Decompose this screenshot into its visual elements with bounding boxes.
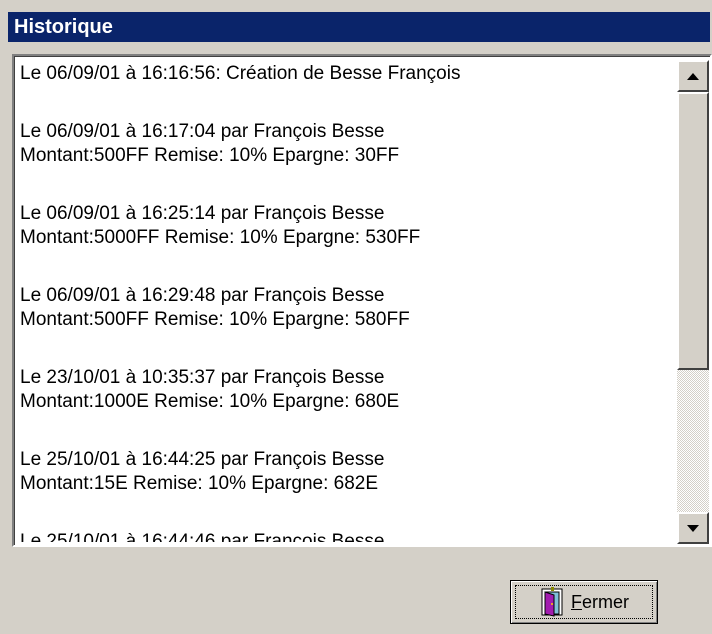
history-line: Montant:5000FF Remise: 10% Epargne: 530F… <box>20 227 421 248</box>
close-button-label-rest: ermer <box>581 591 629 612</box>
history-entry: Le 25/10/01 à 16:44:25 par François Bess… <box>20 448 684 496</box>
history-entry: Le 23/10/01 à 10:35:37 par François Bess… <box>20 366 684 414</box>
scroll-thumb[interactable] <box>677 92 709 370</box>
close-button[interactable]: Fermer <box>510 580 658 624</box>
history-text[interactable]: Le 06/09/01 à 16:16:56: Création de Bess… <box>20 62 684 542</box>
history-line: Le 23/10/01 à 10:35:37 par François Bess… <box>20 367 385 388</box>
history-line: Montant:500FF Remise: 10% Epargne: 30FF <box>20 145 400 166</box>
door-icon <box>541 587 563 617</box>
scroll-up-button[interactable] <box>677 60 709 92</box>
close-button-focus[interactable]: Fermer <box>515 585 653 619</box>
history-entry: Le 06/09/01 à 16:25:14 par François Bess… <box>20 202 684 250</box>
history-line: Le 25/10/01 à 16:44:46 par François Bess… <box>20 531 385 542</box>
history-line: Le 06/09/01 à 16:29:48 par François Bess… <box>20 285 385 306</box>
history-line: Le 06/09/01 à 16:16:56: Création de Bess… <box>20 63 461 84</box>
close-button-mnemonic: F <box>570 591 582 612</box>
history-entry: Le 06/09/01 à 16:16:56: Création de Bess… <box>20 62 684 86</box>
history-line: Montant:1000E Remise: 10% Epargne: 680E <box>20 391 400 412</box>
history-memo[interactable]: Le 06/09/01 à 16:16:56: Création de Bess… <box>12 54 712 547</box>
historique-dialog: Historique Le 06/09/01 à 16:16:56: Créat… <box>0 0 712 634</box>
history-line: Montant:500FF Remise: 10% Epargne: 580FF <box>20 309 410 330</box>
history-entry: Le 06/09/01 à 16:17:04 par François Bess… <box>20 120 684 168</box>
history-line: Le 06/09/01 à 16:25:14 par François Bess… <box>20 203 385 224</box>
vertical-scrollbar[interactable] <box>677 60 709 544</box>
history-line: Montant:15E Remise: 10% Epargne: 682E <box>20 473 379 494</box>
history-entry: Le 06/09/01 à 16:29:48 par François Bess… <box>20 284 684 332</box>
arrow-up-icon <box>687 72 699 80</box>
history-entry: Le 25/10/01 à 16:44:46 par François Bess… <box>20 530 684 542</box>
scroll-down-button[interactable] <box>677 512 709 544</box>
close-button-label: Fermer <box>571 592 629 613</box>
history-line: Le 25/10/01 à 16:44:25 par François Bess… <box>20 449 385 470</box>
panel-title: Historique <box>8 12 710 42</box>
history-line: Le 06/09/01 à 16:17:04 par François Bess… <box>20 121 385 142</box>
arrow-down-icon <box>687 524 699 532</box>
